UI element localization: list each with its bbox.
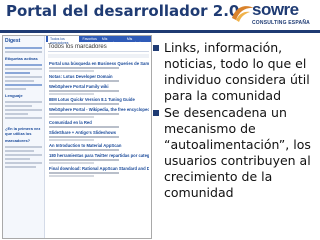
sidebar-line — [5, 162, 42, 164]
list-item-title[interactable]: Notas: Lotus Developer Domain — [49, 74, 149, 79]
logo-subtitle: CONSULTING ESPAÑA — [252, 20, 310, 26]
list-item-meta — [49, 113, 119, 115]
list-item-meta — [49, 139, 94, 141]
list-item-title[interactable]: An Introduction to Material AppScan — [49, 143, 149, 148]
list-item[interactable]: WebSphere Portal Family wiki — [46, 83, 151, 96]
list-item-meta — [49, 93, 94, 95]
bullet-item: Se desencadena un mecanismo de “autoalim… — [153, 105, 318, 201]
sidebar-question-1: ¿En la primera vez que utiliza los — [5, 126, 41, 136]
list-item[interactable]: Final download: Rational AppScan Standar… — [46, 165, 151, 178]
sidebar-line — [5, 150, 34, 152]
list-item-meta — [49, 116, 94, 118]
sidebar-line — [5, 154, 42, 156]
list-item-title[interactable]: Comunidad en la Red — [49, 120, 149, 125]
sidebar-question-2: marcadores? — [5, 138, 31, 143]
sidebar-line — [5, 113, 28, 115]
bullet-marker-icon — [153, 110, 159, 116]
list-toolbar — [48, 54, 149, 58]
sidebar-line — [5, 166, 36, 168]
sidebar-line — [5, 76, 42, 78]
list-item-meta — [49, 70, 94, 72]
list-item-meta — [49, 162, 94, 164]
list-item-title[interactable]: SlideShare + Antigo's Slideshows — [49, 130, 149, 135]
tab-subscriptions[interactable]: Mis suscripciones — [125, 36, 151, 45]
bullet-item: Links, información, noticias, todo lo qu… — [153, 40, 318, 104]
sidebar-line — [5, 51, 42, 53]
sidebar-line — [5, 80, 34, 82]
sidebar-line — [5, 68, 42, 70]
list-item-meta — [49, 67, 119, 69]
list-item-title[interactable]: WebSphere Portal Family wiki — [49, 84, 149, 89]
list-divider — [48, 51, 149, 52]
list-item-title[interactable]: Portal una búsqueda en Business Queries … — [49, 61, 149, 66]
list-item-meta — [49, 149, 119, 151]
tab-my-bookmarks[interactable]: Mis marcadores — [100, 36, 124, 45]
list-item-meta — [49, 90, 119, 92]
list-item-meta — [49, 136, 119, 138]
bullet-text: Se desencadena un mecanismo de “autoalim… — [164, 105, 311, 200]
list-item-meta — [49, 175, 94, 177]
company-logo: sowre CONSULTING ESPAÑA — [230, 0, 316, 32]
list-item-meta — [49, 103, 119, 105]
sidebar-section-active-tags: Etiquetas activas — [5, 56, 38, 61]
list-item-meta — [49, 126, 119, 128]
portal-screenshot: Digest Etiquetas activas Lenguaje ¿En la… — [2, 35, 152, 239]
tab-favorites[interactable]: Favoritos — [80, 36, 98, 42]
list-item[interactable]: SlideShare + Antigo's Slideshows — [46, 129, 151, 142]
header-divider — [0, 30, 320, 33]
sidebar-line — [5, 109, 42, 111]
sidebar-section-language: Lenguaje — [5, 93, 23, 98]
list-item[interactable]: An Introduction to Material AppScan — [46, 142, 151, 152]
sidebar-line — [5, 101, 42, 103]
bullet-list: Links, información, noticias, todo lo qu… — [153, 40, 318, 202]
sidebar-line — [5, 84, 42, 86]
list-item-meta — [49, 172, 119, 174]
sidebar-search-bar — [5, 47, 42, 49]
tab-all-bookmarks[interactable]: Todos los marcadores — [48, 36, 80, 45]
sidebar-line — [5, 117, 42, 119]
list-item-title[interactable]: IBM Lotus Quickr Version 8.1 Tuning Guid… — [49, 97, 149, 102]
bullet-marker-icon — [153, 45, 159, 51]
sidebar-line — [5, 64, 42, 66]
list-item[interactable]: IBM Lotus Quickr Version 8.1 Tuning Guid… — [46, 96, 151, 106]
sidebar-line — [5, 158, 30, 160]
list-item-meta — [49, 80, 119, 82]
bullet-text: Links, información, noticias, todo lo qu… — [164, 40, 310, 103]
logo-wordmark: sowre — [252, 0, 299, 19]
list-item[interactable]: 180 herramientas para Twitter repartidas… — [46, 152, 151, 165]
list-item-meta — [49, 159, 119, 161]
sidebar-line — [5, 72, 30, 74]
sidebar-line — [5, 146, 42, 148]
list-item-title[interactable]: WebSphere Portal - Wikipedia, the free e… — [49, 107, 149, 112]
list-item-title[interactable]: Final download: Rational AppScan Standar… — [49, 166, 149, 171]
screenshot-sidebar: Digest Etiquetas activas Lenguaje ¿En la… — [3, 36, 45, 238]
list-item[interactable]: Comunidad en la Red — [46, 119, 151, 129]
sidebar-line — [5, 105, 32, 107]
screenshot-main: Todos los marcadores Favoritos Mis marca… — [46, 36, 151, 238]
list-item[interactable]: Portal una búsqueda en Business Queries … — [46, 60, 151, 73]
sidebar-brand: Digest — [5, 38, 21, 44]
screenshot-tab-bar: Todos los marcadores Favoritos Mis marca… — [46, 36, 151, 45]
list-item[interactable]: Notas: Lotus Developer Domain — [46, 73, 151, 83]
list-item-title[interactable]: 180 herramientas para Twitter repartidas… — [49, 153, 149, 158]
slide-title: Portal del desarrollador 2.0 — [6, 2, 240, 20]
list-item[interactable]: WebSphere Portal - Wikipedia, the free e… — [46, 106, 151, 119]
sidebar-line — [5, 88, 26, 90]
